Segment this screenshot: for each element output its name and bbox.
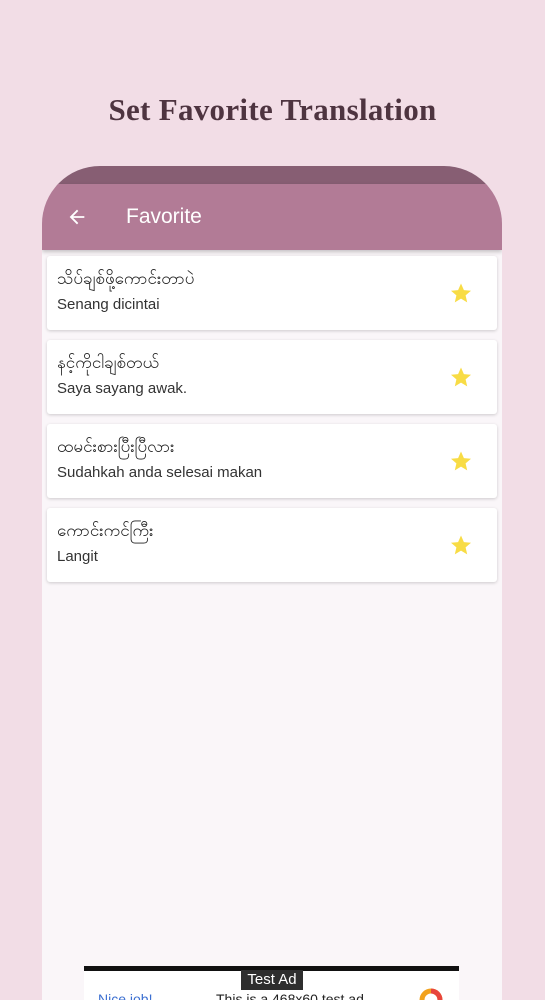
ad-main-text: This is a 468x60 test ad	[216, 991, 364, 1000]
myanmar-phrase: ထမင်းစားပြီးပြီလား	[57, 437, 175, 457]
star-icon[interactable]	[449, 281, 473, 305]
app-bar: Favorite	[42, 184, 502, 250]
star-icon[interactable]	[449, 365, 473, 389]
list-item[interactable]: သိပ်ချစ်ဖို့ကောင်းတာပဲ Senang dicintai	[47, 256, 497, 330]
myanmar-phrase: နင့်ကိုငါချစ်တယ်	[57, 353, 160, 373]
page-headline: Set Favorite Translation	[108, 92, 437, 127]
list-item[interactable]: ကောင်းကင်ကြီး Langit	[47, 508, 497, 582]
ad-left-text: Nice job!	[98, 991, 153, 1000]
malay-translation: Langit	[57, 548, 98, 565]
star-icon[interactable]	[449, 533, 473, 557]
malay-translation: Senang dicintai	[57, 296, 160, 313]
star-icon[interactable]	[449, 449, 473, 473]
list-item[interactable]: နင့်ကိုငါချစ်တယ် Saya sayang awak.	[47, 340, 497, 414]
screen: Set Favorite Translation Favorite သိပ်ချ…	[0, 0, 545, 1000]
phone-frame: Favorite သိပ်ချစ်ဖို့ကောင်းတာပဲ Senang d…	[42, 166, 502, 1000]
arrow-left-icon	[69, 209, 85, 225]
myanmar-phrase: သိပ်ချစ်ဖို့ကောင်းတာပဲ	[57, 269, 195, 289]
myanmar-phrase: ကောင်းကင်ကြီး	[57, 521, 154, 541]
list-item[interactable]: ထမင်းစားပြီးပြီလား Sudahkah anda selesai…	[47, 424, 497, 498]
ad-network-logo-icon	[419, 988, 443, 1000]
test-ad-badge: Test Ad	[241, 970, 303, 990]
favorites-list: သိပ်ချစ်ဖို့ကောင်းတာပဲ Senang dicintai န…	[47, 256, 497, 592]
status-bar-area	[42, 166, 502, 186]
malay-translation: Saya sayang awak.	[57, 380, 188, 397]
malay-translation: Sudahkah anda selesai makan	[57, 464, 263, 481]
back-button[interactable]	[60, 200, 94, 234]
app-bar-title: Favorite	[126, 205, 202, 228]
